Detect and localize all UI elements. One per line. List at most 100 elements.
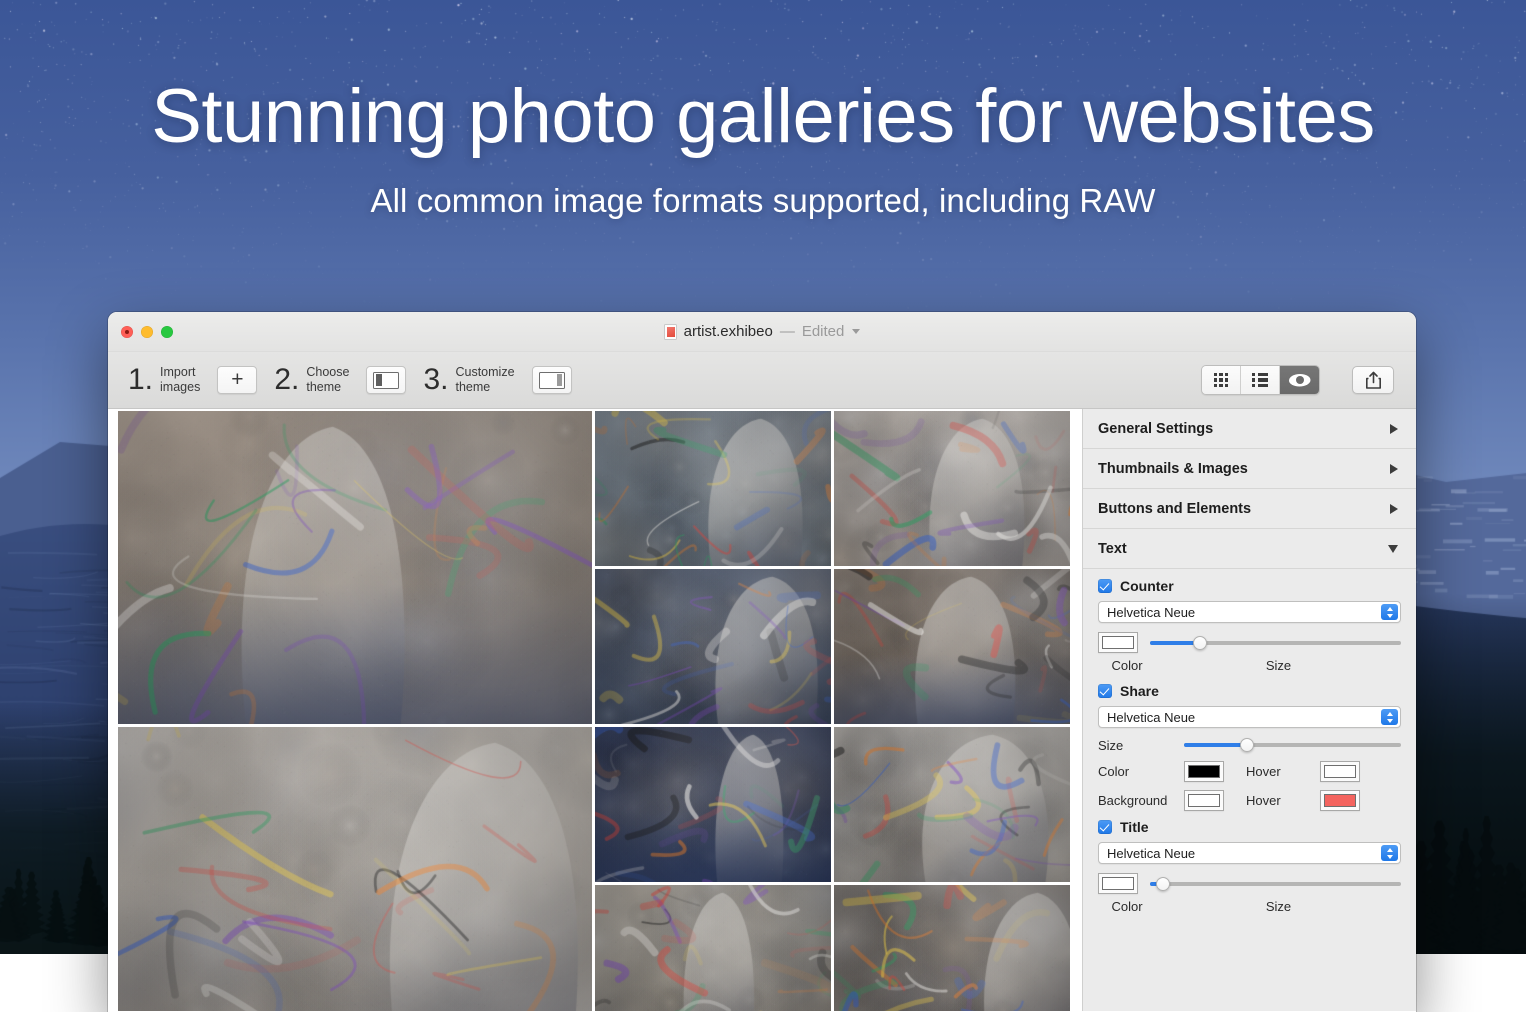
share-color-hover-label: Hover (1224, 764, 1320, 779)
sidebar-section-label: Thumbnails & Images (1098, 461, 1248, 477)
share-color-swatch[interactable] (1184, 761, 1224, 782)
step-2-label: Choose theme (306, 365, 349, 395)
title-captions: Color Size (1098, 899, 1401, 914)
choose-theme-button[interactable] (366, 366, 406, 394)
theme-right-icon (539, 372, 565, 389)
share-color-hover-swatch[interactable] (1320, 761, 1360, 782)
share-toggle-row[interactable]: Share (1098, 683, 1401, 699)
title-size-slider[interactable] (1150, 876, 1401, 892)
triangle-down-icon (1388, 545, 1398, 553)
document-icon (664, 324, 677, 340)
settings-sidebar: General Settings Thumbnails & Images But… (1082, 409, 1416, 1011)
chevron-updown-icon (1381, 845, 1398, 861)
title-font-select[interactable]: Helvetica Neue (1098, 842, 1401, 864)
window-toolbar: 1. Import images + 2. Choose theme 3. Cu… (108, 352, 1416, 409)
title-color-size-row (1098, 873, 1401, 894)
page-subtitle: All common image formats supported, incl… (0, 182, 1526, 220)
text-settings-panel: Counter Helvetica Neue Color Size (1083, 569, 1416, 914)
photo-grid (118, 411, 1078, 1011)
step-1-label: Import images (160, 365, 200, 395)
gallery-photo-4[interactable] (595, 569, 831, 724)
counter-color-swatch[interactable] (1098, 632, 1138, 653)
share-font-select[interactable]: Helvetica Neue (1098, 706, 1401, 728)
title-color-swatch[interactable] (1098, 873, 1138, 894)
title-size-caption: Size (1156, 899, 1401, 914)
step-import-images: 1. Import images (128, 365, 200, 395)
counter-font-select[interactable]: Helvetica Neue (1098, 601, 1401, 623)
sidebar-section-label: Text (1098, 541, 1127, 557)
close-button[interactable] (121, 326, 133, 338)
gallery-photo-6[interactable] (118, 727, 592, 1011)
counter-label: Counter (1120, 578, 1174, 594)
window-controls (108, 326, 173, 338)
sidebar-section-label: Buttons and Elements (1098, 501, 1251, 517)
document-name[interactable]: artist.exhibeo (684, 323, 773, 340)
share-background-row: Background Hover (1098, 790, 1401, 811)
counter-size-caption: Size (1156, 658, 1401, 673)
title-toggle-row[interactable]: Title (1098, 819, 1401, 835)
title-font-value: Helvetica Neue (1107, 846, 1195, 861)
gallery-photo-2[interactable] (595, 411, 831, 566)
preview-view-button[interactable] (1280, 366, 1319, 394)
title-color-caption: Color (1098, 899, 1156, 914)
gallery-photo-3[interactable] (834, 411, 1070, 566)
edited-status[interactable]: Edited (802, 323, 845, 340)
share-export-icon (1365, 371, 1382, 390)
step-3-number: 3. (423, 365, 448, 395)
share-export-button[interactable] (1352, 366, 1394, 394)
sidebar-section-buttons-and-elements[interactable]: Buttons and Elements (1083, 489, 1416, 529)
title-checkbox[interactable] (1098, 820, 1112, 834)
chevron-down-icon[interactable] (852, 329, 860, 334)
customize-theme-button[interactable] (532, 366, 572, 394)
gallery-photo-8[interactable] (834, 727, 1070, 882)
share-size-slider[interactable] (1184, 737, 1401, 753)
share-background-swatch[interactable] (1184, 790, 1224, 811)
counter-size-slider[interactable] (1150, 635, 1401, 651)
share-background-hover-label: Hover (1224, 793, 1320, 808)
sidebar-section-label: General Settings (1098, 421, 1213, 437)
triangle-right-icon (1390, 504, 1398, 514)
step-1-number: 1. (128, 365, 153, 395)
import-images-button[interactable]: + (217, 366, 257, 394)
chevron-updown-icon (1381, 604, 1398, 620)
page-title: Stunning photo galleries for websites (0, 78, 1526, 156)
sidebar-section-text[interactable]: Text (1083, 529, 1416, 569)
photo-gallery-preview (108, 409, 1082, 1011)
counter-font-value: Helvetica Neue (1107, 605, 1195, 620)
theme-left-icon (373, 372, 399, 389)
step-2-number: 2. (274, 365, 299, 395)
counter-color-size-row (1098, 632, 1401, 653)
share-checkbox[interactable] (1098, 684, 1112, 698)
counter-toggle-row[interactable]: Counter (1098, 578, 1401, 594)
gallery-photo-10[interactable] (834, 885, 1070, 1011)
title-label: Title (1120, 819, 1149, 835)
list-icon (1252, 373, 1268, 388)
triangle-right-icon (1390, 464, 1398, 474)
gallery-photo-7[interactable] (595, 727, 831, 882)
share-background-hover-swatch[interactable] (1320, 790, 1360, 811)
share-font-value: Helvetica Neue (1107, 710, 1195, 725)
counter-checkbox[interactable] (1098, 579, 1112, 593)
eye-icon (1289, 374, 1311, 387)
minimize-button[interactable] (141, 326, 153, 338)
gallery-photo-9[interactable] (595, 885, 831, 1011)
share-label: Share (1120, 683, 1159, 699)
view-mode-segmented-control (1201, 365, 1320, 395)
share-color-label: Color (1098, 764, 1184, 779)
plus-icon: + (231, 369, 243, 390)
window-title-group: artist.exhibeo — Edited (108, 323, 1416, 340)
share-background-label: Background (1098, 793, 1184, 808)
step-3-label: Customize theme (455, 365, 514, 395)
gallery-photo-1[interactable] (118, 411, 592, 724)
zoom-button[interactable] (161, 326, 173, 338)
grid-icon (1214, 373, 1229, 388)
step-customize-theme: 3. Customize theme (423, 365, 514, 395)
window-body: General Settings Thumbnails & Images But… (108, 409, 1416, 1011)
gallery-photo-5[interactable] (834, 569, 1070, 724)
sidebar-section-general-settings[interactable]: General Settings (1083, 409, 1416, 449)
grid-view-button[interactable] (1202, 366, 1241, 394)
hero-text-block: Stunning photo galleries for websites Al… (0, 78, 1526, 220)
list-view-button[interactable] (1241, 366, 1280, 394)
sidebar-section-thumbnails-images[interactable]: Thumbnails & Images (1083, 449, 1416, 489)
share-color-row: Color Hover (1098, 761, 1401, 782)
